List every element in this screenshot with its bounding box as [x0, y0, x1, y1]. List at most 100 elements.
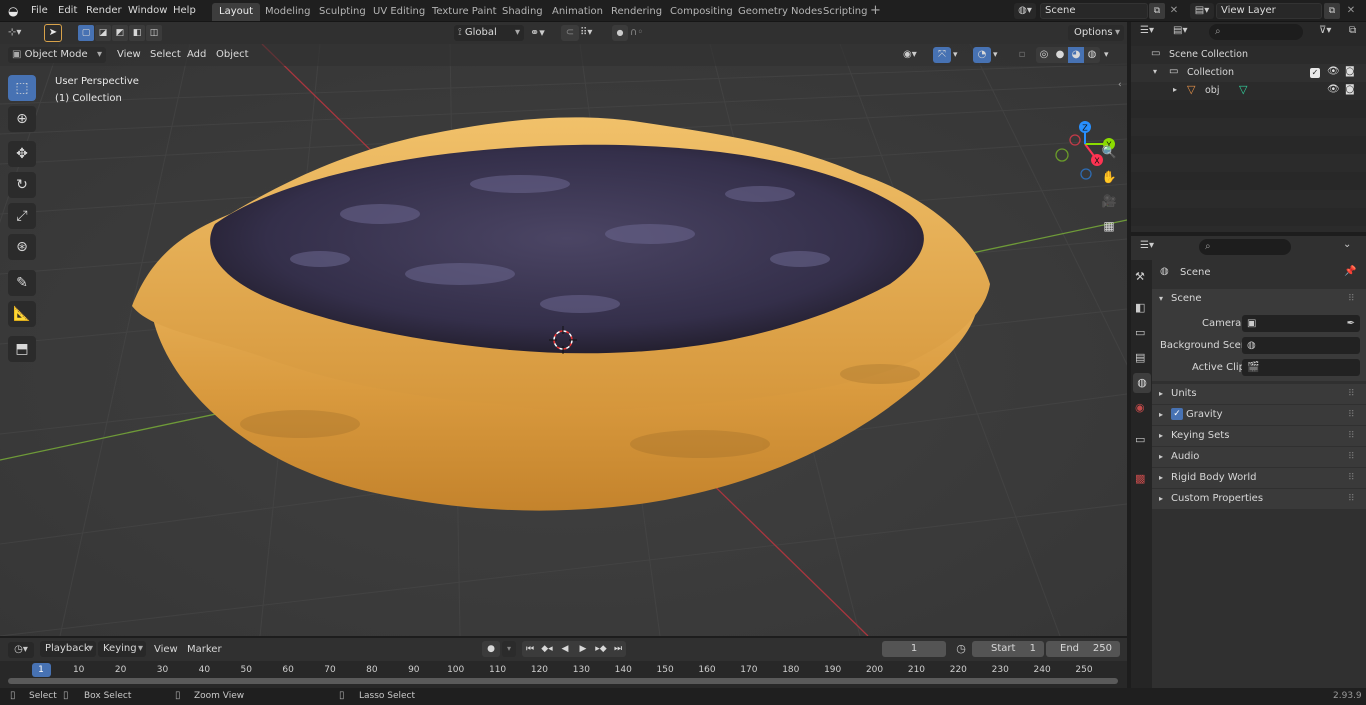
- shading-dropdown-icon[interactable]: ▾: [1104, 47, 1114, 63]
- drag-handle-icon[interactable]: ⠿: [1348, 426, 1355, 446]
- tab-compositing[interactable]: Compositing: [663, 3, 740, 21]
- keying-dropdown[interactable]: Keying ▾: [98, 641, 146, 657]
- output-tab-icon[interactable]: ▭: [1135, 326, 1145, 339]
- view-layer-field[interactable]: View Layer: [1216, 3, 1322, 19]
- filter-icon[interactable]: ⊽▾: [1319, 25, 1331, 36]
- snap-toggle-icon[interactable]: ⊂: [561, 25, 579, 41]
- show-gizmo-icon[interactable]: ⤧: [933, 47, 951, 63]
- jump-end-icon[interactable]: ⏭: [610, 641, 626, 657]
- camera-render-icon[interactable]: ◙: [1345, 66, 1355, 77]
- select-mode-new-icon[interactable]: ▢: [78, 25, 94, 41]
- view-layer-tab-icon[interactable]: ▤: [1135, 351, 1145, 364]
- menu-render[interactable]: Render: [86, 4, 122, 18]
- current-frame-field[interactable]: 1: [882, 641, 946, 657]
- select-mode-intersect-icon[interactable]: ◫: [146, 25, 162, 41]
- pivot-point-icon[interactable]: ⚭▾: [530, 25, 556, 41]
- 3d-viewport[interactable]: X Y Z: [0, 44, 1127, 636]
- select-menu[interactable]: Select: [150, 48, 181, 62]
- tab-rendering[interactable]: Rendering: [604, 3, 669, 21]
- tab-modeling[interactable]: Modeling: [258, 3, 318, 21]
- select-mode-invert-icon[interactable]: ◧: [129, 25, 145, 41]
- active-clip-field[interactable]: 🎬: [1242, 359, 1360, 376]
- prev-keyframe-icon[interactable]: ◆◂: [538, 641, 556, 657]
- menu-file[interactable]: File: [31, 4, 48, 18]
- scene-panel-header[interactable]: ▾ Scene ⠿: [1152, 289, 1366, 309]
- zoom-icon[interactable]: 🔍: [1098, 141, 1120, 163]
- scene-name-field[interactable]: Scene: [1040, 3, 1148, 19]
- transform-orientation-dropdown[interactable]: ⟟ Global ▾: [454, 25, 524, 41]
- play-reverse-icon[interactable]: ◀: [556, 641, 574, 657]
- rotate-tool-icon[interactable]: ↻: [8, 172, 36, 198]
- properties-options-icon[interactable]: ⌄: [1343, 239, 1351, 250]
- shading-wireframe-icon[interactable]: ◎: [1036, 47, 1052, 63]
- drag-handle-icon[interactable]: ⠿: [1348, 384, 1355, 404]
- scene-tab-icon[interactable]: ◍: [1133, 373, 1151, 393]
- exclude-checkbox[interactable]: ✓: [1310, 68, 1320, 78]
- perspective-toggle-icon[interactable]: ▦: [1098, 215, 1120, 237]
- display-mode-icon[interactable]: ▤▾: [1173, 25, 1187, 36]
- object-menu[interactable]: Object: [216, 48, 249, 62]
- scene-selector-icon[interactable]: ◍▾: [1014, 3, 1036, 19]
- active-tool-icon[interactable]: ➤: [44, 24, 62, 42]
- add-workspace-icon[interactable]: +: [870, 4, 881, 18]
- add-menu[interactable]: Add: [187, 48, 206, 62]
- playback-dropdown[interactable]: Playback ▾: [40, 641, 96, 657]
- collection-tab-icon[interactable]: ▭: [1135, 433, 1145, 446]
- texture-tab-icon[interactable]: ▩: [1135, 472, 1145, 485]
- move-tool-icon[interactable]: ✥: [8, 141, 36, 167]
- drag-handle-icon[interactable]: ⠿: [1348, 468, 1355, 488]
- rigid-body-world-panel-header[interactable]: ▸ Rigid Body World ⠿: [1152, 468, 1366, 488]
- jump-start-icon[interactable]: ⏮: [522, 641, 538, 657]
- new-collection-icon[interactable]: ⧉: [1349, 25, 1356, 36]
- outliner-row-scene-collection[interactable]: ▭ Scene Collection: [1131, 46, 1366, 64]
- tab-uv-editing[interactable]: UV Editing: [366, 3, 432, 21]
- timeline-editor-type-icon[interactable]: ◷▾: [8, 642, 34, 658]
- tab-geometry-nodes[interactable]: Geometry Nodes: [731, 3, 829, 21]
- outliner-editor-type-icon[interactable]: ☰▾: [1140, 25, 1154, 36]
- sidebar-toggle-icon[interactable]: ‹: [1118, 80, 1122, 90]
- pan-hand-icon[interactable]: ✋: [1098, 166, 1120, 188]
- drag-handle-icon[interactable]: ⠿: [1348, 405, 1355, 425]
- background-scene-field[interactable]: ◍: [1242, 337, 1360, 354]
- tab-scripting[interactable]: Scripting: [816, 3, 874, 21]
- render-tab-icon[interactable]: ◧: [1135, 301, 1145, 314]
- new-scene-icon[interactable]: ⧉: [1149, 3, 1165, 19]
- custom-properties-panel-header[interactable]: ▸ Custom Properties ⠿: [1152, 489, 1366, 509]
- overlays-dropdown-icon[interactable]: ▾: [993, 47, 1003, 63]
- camera-render-icon[interactable]: ◙: [1345, 84, 1355, 95]
- shading-material-icon[interactable]: ◕: [1068, 47, 1084, 63]
- tool-tab-icon[interactable]: ⚒: [1135, 270, 1145, 283]
- view-menu[interactable]: View: [117, 48, 141, 62]
- timeline-scrollbar[interactable]: [8, 678, 1118, 684]
- tab-texture-paint[interactable]: Texture Paint: [425, 3, 504, 21]
- cursor-tool-icon[interactable]: ⊕: [8, 106, 36, 132]
- options-dropdown[interactable]: Options ▾: [1068, 25, 1124, 41]
- mesh-data-icon[interactable]: ▽: [1239, 83, 1247, 96]
- camera-view-icon[interactable]: 🎥: [1098, 190, 1120, 212]
- delete-view-layer-icon[interactable]: ✕: [1344, 3, 1358, 19]
- properties-search-field[interactable]: ⌕: [1199, 239, 1291, 255]
- auto-keying-dropdown-icon[interactable]: ▾: [502, 641, 516, 657]
- timeline-view-menu[interactable]: View: [154, 644, 178, 655]
- select-mode-subtract-icon[interactable]: ◩: [112, 25, 128, 41]
- gizmo-dropdown-icon[interactable]: ▾: [953, 47, 963, 63]
- add-cube-tool-icon[interactable]: ⬒: [8, 336, 36, 362]
- gravity-checkbox[interactable]: ✓: [1171, 408, 1183, 420]
- object-mode-dropdown[interactable]: ▣ Object Mode ▾: [8, 47, 106, 63]
- snap-target-icon[interactable]: ⠿▾: [580, 25, 606, 41]
- blender-logo-icon[interactable]: ◒: [8, 4, 22, 18]
- select-mode-extend-icon[interactable]: ◪: [95, 25, 111, 41]
- transform-tool-icon[interactable]: ⊛: [8, 234, 36, 260]
- scale-tool-icon[interactable]: ⤢: [8, 203, 36, 229]
- eyedropper-icon[interactable]: ✒: [1347, 315, 1355, 332]
- pin-icon[interactable]: 📌: [1344, 266, 1356, 277]
- play-icon[interactable]: ▶: [574, 641, 592, 657]
- drag-handle-icon[interactable]: ⠿: [1348, 289, 1355, 309]
- tab-sculpting[interactable]: Sculpting: [312, 3, 373, 21]
- menu-window[interactable]: Window: [128, 4, 167, 18]
- menu-edit[interactable]: Edit: [58, 4, 77, 18]
- units-panel-header[interactable]: ▸ Units ⠿: [1152, 384, 1366, 404]
- visibility-selectability-icon[interactable]: ◉▾: [903, 47, 929, 63]
- proportional-falloff-icon[interactable]: ∩◦: [630, 25, 656, 41]
- next-keyframe-icon[interactable]: ▸◆: [592, 641, 610, 657]
